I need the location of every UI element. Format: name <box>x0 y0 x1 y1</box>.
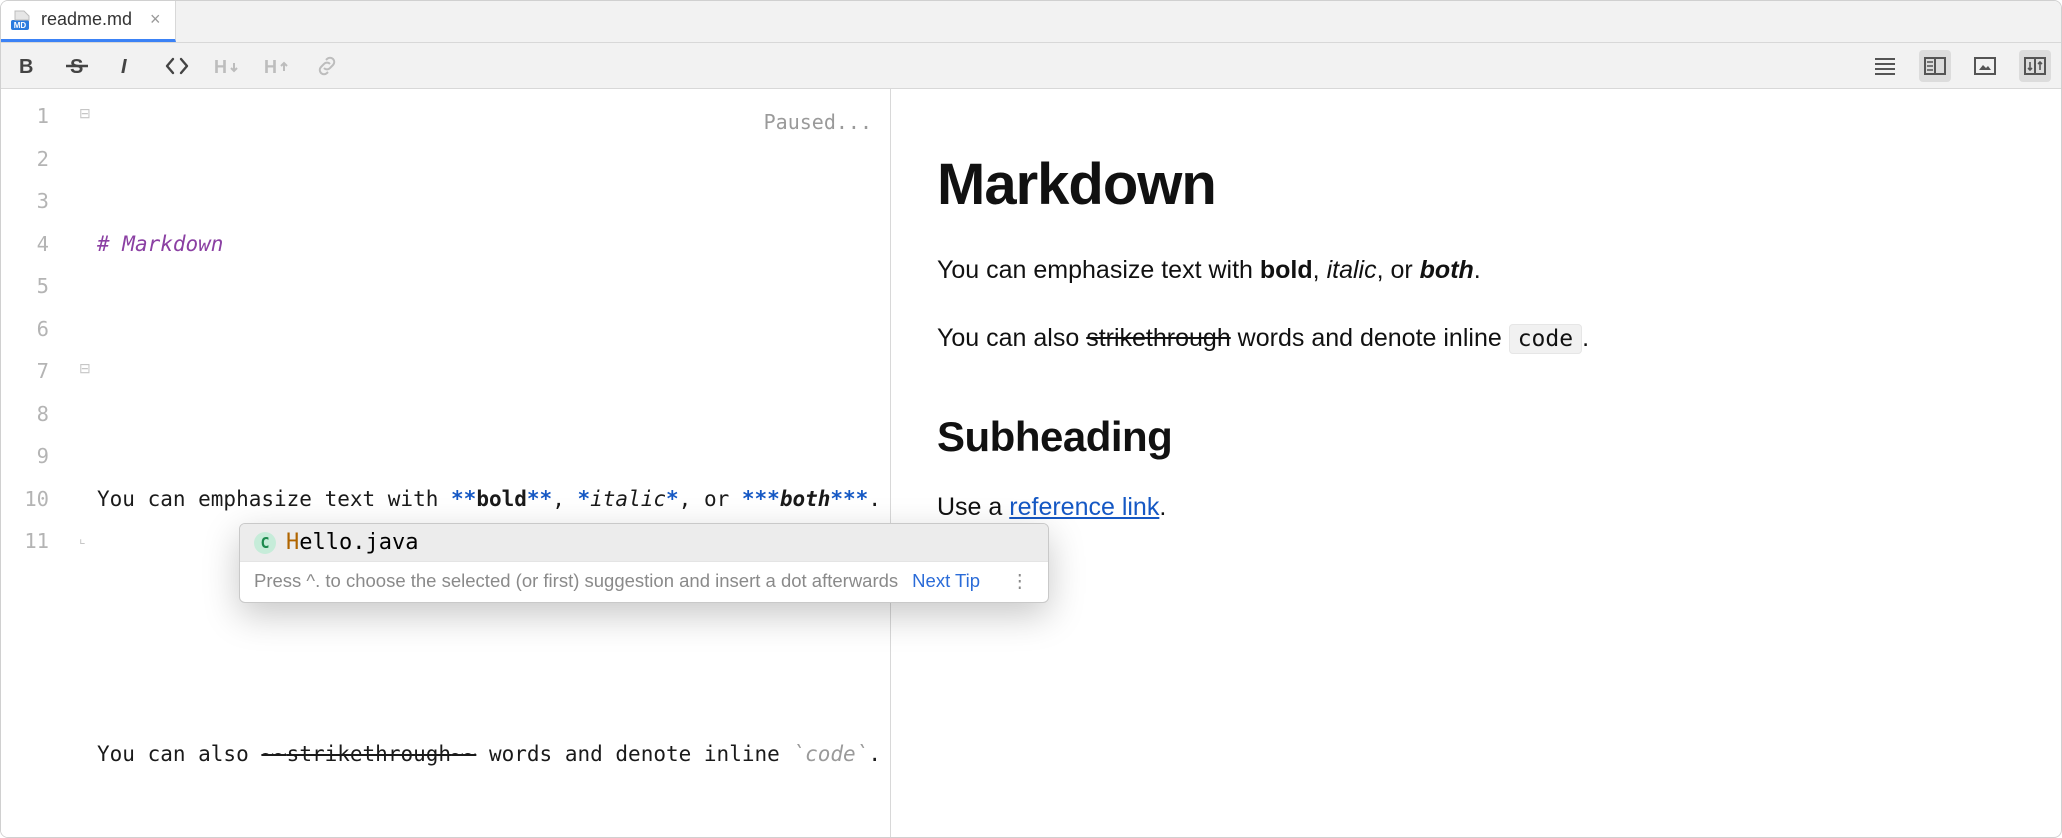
scroll-sync-button[interactable] <box>2019 50 2051 82</box>
markdown-preview-pane: Markdown You can emphasize text with bol… <box>891 89 2061 837</box>
tab-filename: readme.md <box>41 9 132 30</box>
line-number: 11 <box>1 520 49 563</box>
markdown-toolbar: B S I H H <box>1 43 2061 89</box>
source-editor-pane[interactable]: 1 2 3 4 5 6 7 8 9 10 11 ⊟ ⊟ ⌞ Paused... … <box>1 89 891 837</box>
line-number: 6 <box>1 308 49 351</box>
preview-h1: Markdown <box>937 151 2015 218</box>
svg-text:H: H <box>264 57 277 77</box>
completion-hint-bar: Press ^. to choose the selected (or firs… <box>240 561 1048 602</box>
next-tip-link[interactable]: Next Tip <box>912 570 980 592</box>
more-options-icon[interactable]: ⋮ <box>1003 570 1039 592</box>
svg-text:H: H <box>214 57 227 77</box>
svg-text:MD: MD <box>14 21 27 30</box>
inspection-status: Paused... <box>764 101 872 144</box>
line-number: 5 <box>1 265 49 308</box>
line-number: 1 <box>1 95 49 138</box>
completion-item-label: Hello.java <box>286 530 418 555</box>
strikethrough-button[interactable]: S <box>61 50 93 82</box>
completion-item[interactable]: C Hello.java <box>240 524 1048 561</box>
line-gutter: 1 2 3 4 5 6 7 8 9 10 11 <box>1 89 79 837</box>
ide-window: MD readme.md × B S I H H 1 2 3 4 5 <box>0 0 2062 838</box>
close-icon[interactable]: × <box>150 9 161 30</box>
split-view-button[interactable] <box>1919 50 1951 82</box>
preview-paragraph: You can emphasize text with bold, italic… <box>937 252 2015 288</box>
line-number: 3 <box>1 180 49 223</box>
bold-button[interactable]: B <box>11 50 43 82</box>
svg-text:B: B <box>19 56 33 77</box>
line-number: 8 <box>1 393 49 436</box>
link-button[interactable] <box>311 50 343 82</box>
line-number: 7 <box>1 350 49 393</box>
line-number: 2 <box>1 138 49 181</box>
svg-text:I: I <box>121 56 127 77</box>
preview-paragraph: Use a reference link. <box>937 489 2015 525</box>
line-number: 10 <box>1 478 49 521</box>
class-icon: C <box>254 532 276 554</box>
tab-bar: MD readme.md × <box>1 1 2061 43</box>
code-button[interactable] <box>161 50 193 82</box>
heading-decrease-button[interactable]: H <box>211 50 243 82</box>
markdown-file-icon: MD <box>11 9 33 31</box>
editor-body: 1 2 3 4 5 6 7 8 9 10 11 ⊟ ⊟ ⌞ Paused... … <box>1 89 2061 837</box>
heading-increase-button[interactable]: H <box>261 50 293 82</box>
line-number: 9 <box>1 435 49 478</box>
preview-view-button[interactable] <box>1969 50 2001 82</box>
preview-link[interactable]: reference link <box>1009 493 1159 521</box>
completion-hint-text: Press ^. to choose the selected (or firs… <box>254 570 898 592</box>
preview-h2: Subheading <box>937 413 2015 461</box>
completion-popup: C Hello.java Press ^. to choose the sele… <box>239 523 1049 603</box>
code-area[interactable]: Paused... # Markdown You can emphasize t… <box>79 89 890 837</box>
editor-only-view-button[interactable] <box>1869 50 1901 82</box>
line-number: 4 <box>1 223 49 266</box>
italic-button[interactable]: I <box>111 50 143 82</box>
file-tab[interactable]: MD readme.md × <box>1 0 176 42</box>
preview-paragraph: You can also strikethrough words and den… <box>937 320 2015 356</box>
